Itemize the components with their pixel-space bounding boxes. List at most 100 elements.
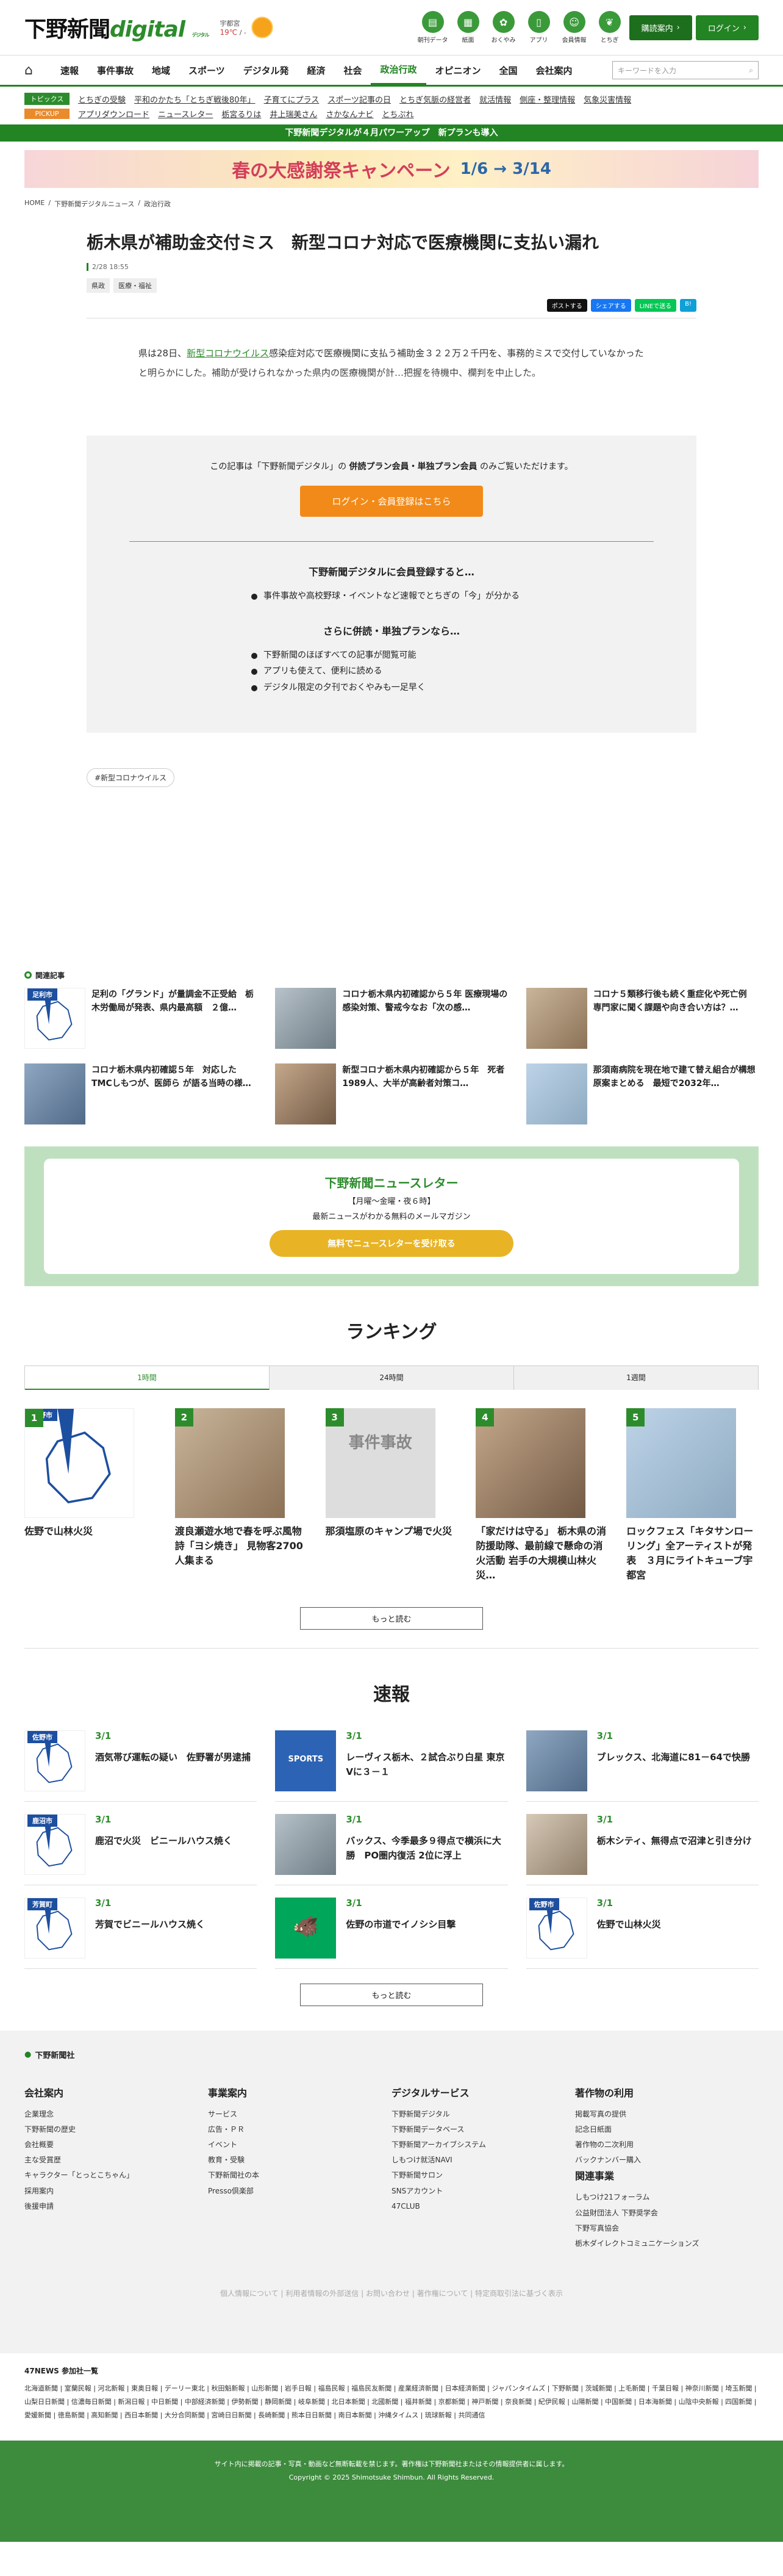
tab-1week[interactable]: 1週間 [514, 1365, 758, 1390]
topic-link-3[interactable]: スポーツ記事の日 [327, 93, 391, 105]
footer-link[interactable]: バックナンバー購入 [575, 2153, 759, 2168]
related-article[interactable]: 新型コロナ栃木県内初確認から５年 死者1989人、大半が高齢者対策コ… [275, 1063, 507, 1124]
home-icon[interactable]: ⌂ [24, 63, 51, 78]
sokuho-item[interactable]: 3/1 ブレックス、北海道に81－64で快勝 [526, 1730, 759, 1802]
pickup-link-0[interactable]: アプリダウンロード [78, 108, 149, 120]
topic-link-4[interactable]: とちぎ気脈の経営者 [399, 93, 471, 105]
related-article[interactable]: コロナ栃木県内初確認から５年 医療現場の感染対策、警戒今なお「次の感… [275, 987, 507, 1049]
keyword-tag[interactable]: #新型コロナウイルス [87, 768, 175, 787]
login-button[interactable]: ログイン › [695, 15, 759, 40]
footer-link[interactable]: 下野新聞社の本 [208, 2168, 392, 2183]
footer-link[interactable]: 著作物の二次利用 [575, 2137, 759, 2153]
sokuho-item[interactable]: 佐野市 3/1 佐野で山林火災 [526, 1897, 759, 1969]
tab-24hours[interactable]: 24時間 [270, 1365, 514, 1390]
ranking-item[interactable]: 事件事故 3 那須塩原のキャンプ場で火災 [325, 1408, 458, 1583]
footer-link[interactable]: 広告・ＰＲ [208, 2122, 392, 2137]
ranking-item[interactable]: 佐野市1 佐野で山林火災 [24, 1408, 157, 1583]
footer-link[interactable]: 下野新聞データベース [392, 2122, 575, 2137]
footer-link[interactable]: 下野新聞アーカイブシステム [392, 2137, 575, 2153]
share-line-button[interactable]: LINEで送る [634, 299, 677, 312]
topic-link-2[interactable]: 子育てにプラス [264, 93, 320, 105]
pickup-link-5[interactable]: とちぷれ [382, 108, 413, 120]
search-input[interactable]: キーワードを入力 ⌕ [612, 61, 759, 79]
share-x-button[interactable]: ポストする [546, 299, 587, 312]
pickup-link-2[interactable]: 栃宮るりは [221, 108, 261, 120]
ranking-item[interactable]: 5 ロックフェス「キタサンローリング」全アーティストが発表 ３月にライトキューブ宇… [626, 1408, 759, 1583]
sokuho-item[interactable]: 芳賀町 3/1 芳賀でビニールハウス焼く [24, 1897, 257, 1969]
pickup-link-1[interactable]: ニュースレター [158, 108, 213, 120]
nav-item-4[interactable]: デジタル発 [234, 56, 298, 85]
footer-logo[interactable]: ● 下野新聞社 [24, 2049, 759, 2060]
topic-link-6[interactable]: 側座・整理情報 [520, 93, 575, 105]
footer-related-link[interactable]: 公益財団法人 下野奨学会 [575, 2206, 759, 2221]
nav-item-9[interactable]: 全国 [490, 56, 527, 85]
footer-link[interactable]: Presso倶楽部 [208, 2184, 392, 2199]
news47-list[interactable]: 北海道新聞 | 室蘭民報 | 河北新報 | 東奥日報 | デーリー東北 | 秋田… [24, 2382, 759, 2422]
related-article[interactable]: コロナ栃木県内初確認５年 対応したTMCしもつが、医師ら が語る当時の様… [24, 1063, 257, 1124]
tag-kensei[interactable]: 県政 [87, 278, 110, 293]
footer-link[interactable]: 会社概要 [24, 2137, 208, 2153]
ranking-item[interactable]: 2 渡良瀬遊水地で春を呼ぶ風物詩「ヨシ焼き」 見物客2700人集まる [174, 1408, 307, 1583]
header-icon-paper[interactable]: ▦ 紙面 [452, 11, 484, 44]
footer-link[interactable]: 47CLUB [392, 2199, 575, 2214]
footer-related-link[interactable]: 下野写真協会 [575, 2221, 759, 2236]
sokuho-more-button[interactable]: もっと読む [300, 1983, 483, 2006]
topic-link-5[interactable]: 就活情報 [479, 93, 511, 105]
nav-item-8[interactable]: オピニオン [426, 56, 490, 85]
nav-item-0[interactable]: 速報 [51, 56, 88, 85]
header-icon-member[interactable]: ☺ 会員情報 [559, 11, 590, 44]
share-hatena-button[interactable]: B! [680, 299, 696, 312]
header-icon-tochigi[interactable]: ❦ とちぎ [594, 11, 626, 44]
lead-keyword-link[interactable]: 新型コロナウイルス [187, 348, 269, 359]
announcement-strip[interactable]: 下野新聞デジタルが４月パワーアップ 新プランも導入 [0, 124, 783, 142]
footer-link[interactable]: 下野新聞デジタル [392, 2107, 575, 2122]
sokuho-item[interactable]: 鹿沼市 3/1 鹿沼で火災 ビニールハウス焼く [24, 1813, 257, 1885]
pickup-link-3[interactable]: 井上瑞美さん [270, 108, 317, 120]
header-icon-morning[interactable]: ▤ 朝刊データ [417, 11, 449, 44]
footer-related-link[interactable]: 栃木ダイレクトコミュニケーションズ [575, 2236, 759, 2251]
footer-link[interactable]: SNSアカウント [392, 2184, 575, 2199]
footer-link[interactable]: 採用案内 [24, 2184, 208, 2199]
breadcrumb-digital[interactable]: 下野新聞デジタルニュース [54, 199, 134, 209]
nav-item-10[interactable]: 会社案内 [527, 56, 582, 85]
breadcrumb-category[interactable]: 政治行政 [144, 199, 171, 209]
nav-item-5[interactable]: 経済 [298, 56, 334, 85]
footer-related-link[interactable]: しもつけ21フォーラム [575, 2190, 759, 2205]
subscribe-button[interactable]: 購読案内 › [629, 15, 692, 40]
nav-item-2[interactable]: 地域 [143, 56, 179, 85]
topic-link-1[interactable]: 平和のかたち「とちぎ戦後80年」 [134, 93, 256, 105]
newsletter-subscribe-button[interactable]: 無料でニュースレターを受け取る [270, 1229, 513, 1257]
header-icon-okuyami[interactable]: ✿ おくやみ [488, 11, 520, 44]
sokuho-item[interactable]: 佐野市 3/1 酒気帯び運転の疑い 佐野署が男逮捕 [24, 1730, 257, 1802]
pickup-link-4[interactable]: さかなんナビ [326, 108, 373, 120]
footer-link[interactable]: 下野新聞の歴史 [24, 2122, 208, 2137]
footer-link[interactable]: 記念日紙面 [575, 2122, 759, 2137]
sokuho-item[interactable]: SPORTS 3/1 レーヴィス栃木、２試合ぶり白星 東京Vに３－１ [275, 1730, 508, 1802]
related-article[interactable]: 那須南病院を現在地で建て替え組合が構想原案まとめる 最短で2032年… [526, 1063, 759, 1124]
weather-widget[interactable]: 宇都宮 19℃ / - [220, 15, 274, 40]
site-logo[interactable]: 下野新聞digital デジタル [24, 12, 209, 43]
footer-link[interactable]: 企業理念 [24, 2107, 208, 2122]
footer-link[interactable]: キャラクター「とっとこちゃん」 [24, 2168, 208, 2183]
sokuho-item[interactable]: 3/1 栃木シティ、無得点で沼津と引き分け [526, 1813, 759, 1885]
tab-1hour[interactable]: 1時間 [25, 1365, 270, 1390]
footer-link[interactable]: 教育・受験 [208, 2153, 392, 2168]
promo-banner[interactable]: 春の大感謝祭キャンペーン 1/6 → 3/14 [24, 150, 759, 188]
ranking-item[interactable]: 4 「家だけは守る」 栃木県の消防援助隊、最前線で懸命の消火活動 岩手の大規模山林… [476, 1408, 608, 1583]
share-facebook-button[interactable]: シェアする [590, 299, 631, 312]
footer-link[interactable]: 主な受賞歴 [24, 2153, 208, 2168]
footer-link[interactable]: 下野新聞サロン [392, 2168, 575, 2183]
search-icon[interactable]: ⌕ [749, 66, 753, 75]
topic-link-0[interactable]: とちぎの受験 [78, 93, 126, 105]
breadcrumb-home[interactable]: HOME [24, 199, 45, 209]
footer-link[interactable]: 掲載写真の提供 [575, 2107, 759, 2122]
sokuho-item[interactable]: 🐗 3/1 佐野の市道でイノシシ目撃 [275, 1897, 508, 1969]
footer-link[interactable]: しもつけ就活NAVI [392, 2153, 575, 2168]
footer-link[interactable]: サービス [208, 2107, 392, 2122]
tag-iryo[interactable]: 医療・福祉 [113, 278, 157, 293]
nav-item-7[interactable]: 政治行政 [371, 56, 426, 85]
footer-links[interactable]: 個人情報について | 利用者情報の外部送信 | お問い合わせ | 著作権について… [24, 2276, 759, 2311]
nav-item-3[interactable]: スポーツ [179, 56, 234, 85]
footer-link[interactable]: イベント [208, 2137, 392, 2153]
topic-link-7[interactable]: 気象災害情報 [584, 93, 631, 105]
